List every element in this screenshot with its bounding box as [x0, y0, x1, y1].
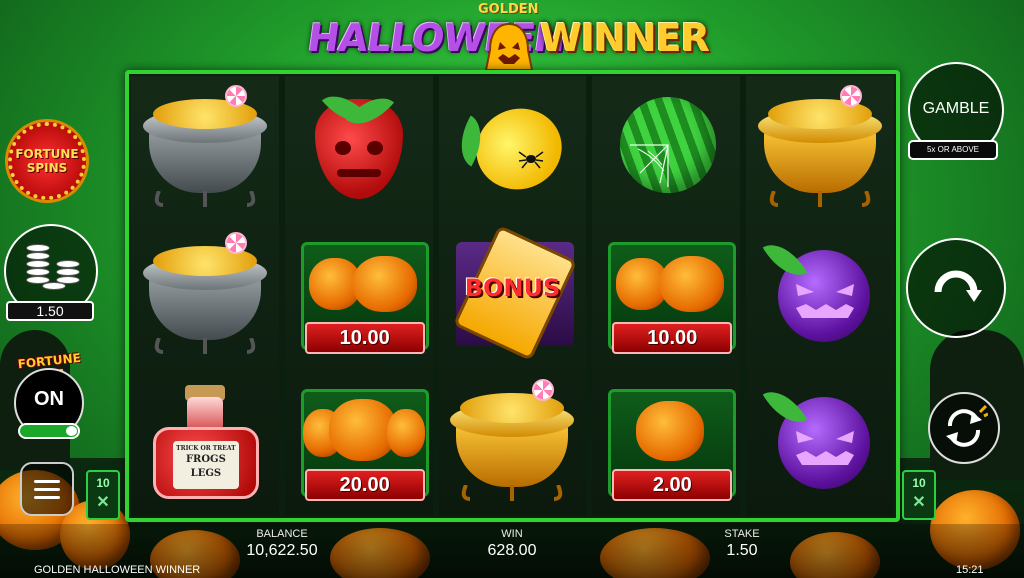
spin-button[interactable] — [906, 238, 1006, 338]
potion-bottle-icon: TRICK OR TREAT FROGS LEGS — [139, 379, 271, 507]
balance-label: BALANCE — [256, 528, 308, 540]
reel-grid: TRICK OR TREAT FROGS LEGS 10.00 20.00 BO… — [125, 70, 900, 522]
gold-cauldron-icon — [446, 378, 578, 507]
plum-icon — [754, 379, 886, 507]
gamble-condition: 5x OR ABOVE — [908, 140, 998, 160]
game-name: GOLDEN HALLOWEEN WINNER — [34, 564, 201, 576]
plum-icon — [754, 232, 886, 360]
pumpkin-prize-icon: 10.00 — [600, 232, 737, 360]
paylines-count: 10 — [912, 476, 926, 490]
reel-cell: 10.00 — [285, 223, 433, 370]
spider-icon — [519, 151, 544, 169]
reel-cell — [746, 369, 894, 516]
fortune-bet-state: ON — [34, 388, 64, 410]
win-label: WIN — [501, 528, 523, 540]
watermelon-icon — [600, 85, 732, 213]
stake-label: STAKE — [724, 528, 760, 540]
toggle-knob — [66, 426, 77, 436]
bonus-label: BONUS — [464, 274, 561, 302]
reel-cell — [746, 223, 894, 370]
stake-block: STAKE 1.50 — [690, 528, 794, 560]
logo-word-golden: GOLDEN — [478, 2, 539, 17]
autoplay-button[interactable] — [928, 392, 1000, 464]
balance-value: 10,622.50 — [246, 542, 318, 559]
fortune-bet-toggle[interactable] — [18, 423, 80, 439]
x-icon: ✕ — [912, 494, 926, 511]
paylines-badge-left: 10 ✕ — [86, 470, 120, 520]
reel-cell: 20.00 — [285, 369, 433, 516]
fortune-spins-button[interactable]: FORTUNE SPINS — [8, 122, 86, 200]
reel-cell — [131, 223, 279, 370]
potion-label: TRICK OR TREAT FROGS LEGS — [172, 440, 239, 489]
prize-value: 2.00 — [612, 468, 733, 501]
reel-cell — [439, 369, 587, 516]
win-block: WIN 628.00 — [460, 528, 564, 560]
prize-value: 10.00 — [304, 322, 425, 354]
bonus-scatter-icon: BONUS — [446, 224, 578, 362]
reel-cell — [439, 76, 587, 223]
reel-cell: TRICK OR TREAT FROGS LEGS — [131, 369, 279, 516]
prize-value: 20.00 — [304, 468, 425, 501]
reel-5 — [746, 76, 894, 516]
coin-stack-icon — [26, 244, 82, 290]
lemon-icon — [446, 85, 578, 213]
reel-4: 10.00 2.00 — [592, 76, 741, 516]
reel-cell: 10.00 — [592, 223, 740, 370]
reel-cell — [285, 76, 433, 223]
reel-2: 10.00 20.00 — [284, 76, 433, 516]
stake-value: 1.50 — [726, 542, 758, 559]
hamburger-icon-bar — [34, 495, 60, 499]
menu-button[interactable] — [20, 462, 74, 516]
autoplay-icon — [946, 404, 988, 447]
pumpkin-prize-icon: 2.00 — [600, 379, 737, 507]
prize-value: 10.00 — [612, 322, 733, 354]
paylines-badge-right: 10 ✕ — [902, 470, 936, 520]
reel-cell: 2.00 — [592, 369, 740, 516]
paylines-count: 10 — [96, 476, 110, 490]
reel-cell — [746, 76, 894, 223]
reel-1: TRICK OR TREAT FROGS LEGS — [131, 76, 279, 516]
gold-cauldron-icon — [754, 85, 886, 213]
logo-word-winner: WINNER — [540, 16, 710, 60]
clock: 15:21 — [956, 564, 984, 576]
strawberry-icon — [293, 84, 425, 213]
spiderweb-icon — [630, 144, 670, 188]
win-value: 628.00 — [487, 542, 537, 559]
reel-cell — [592, 76, 740, 223]
hamburger-icon-bar — [34, 487, 60, 491]
pumpkin-prize-icon: 20.00 — [293, 379, 429, 507]
silver-cauldron-icon — [139, 85, 271, 213]
silver-cauldron-icon — [139, 232, 271, 360]
reel-cell — [131, 76, 279, 223]
x-icon: ✕ — [96, 494, 110, 511]
reel-cell: BONUS — [439, 223, 587, 370]
hamburger-icon-bar — [34, 479, 60, 483]
stake-value-display: 1.50 — [6, 301, 94, 321]
gamble-label: GAMBLE — [922, 100, 990, 117]
pumpkin-prize-icon: 10.00 — [293, 232, 429, 360]
balance-block: BALANCE 10,622.50 — [230, 528, 334, 560]
reel-3: BONUS — [438, 76, 587, 516]
refresh-arrow-icon — [934, 270, 982, 302]
